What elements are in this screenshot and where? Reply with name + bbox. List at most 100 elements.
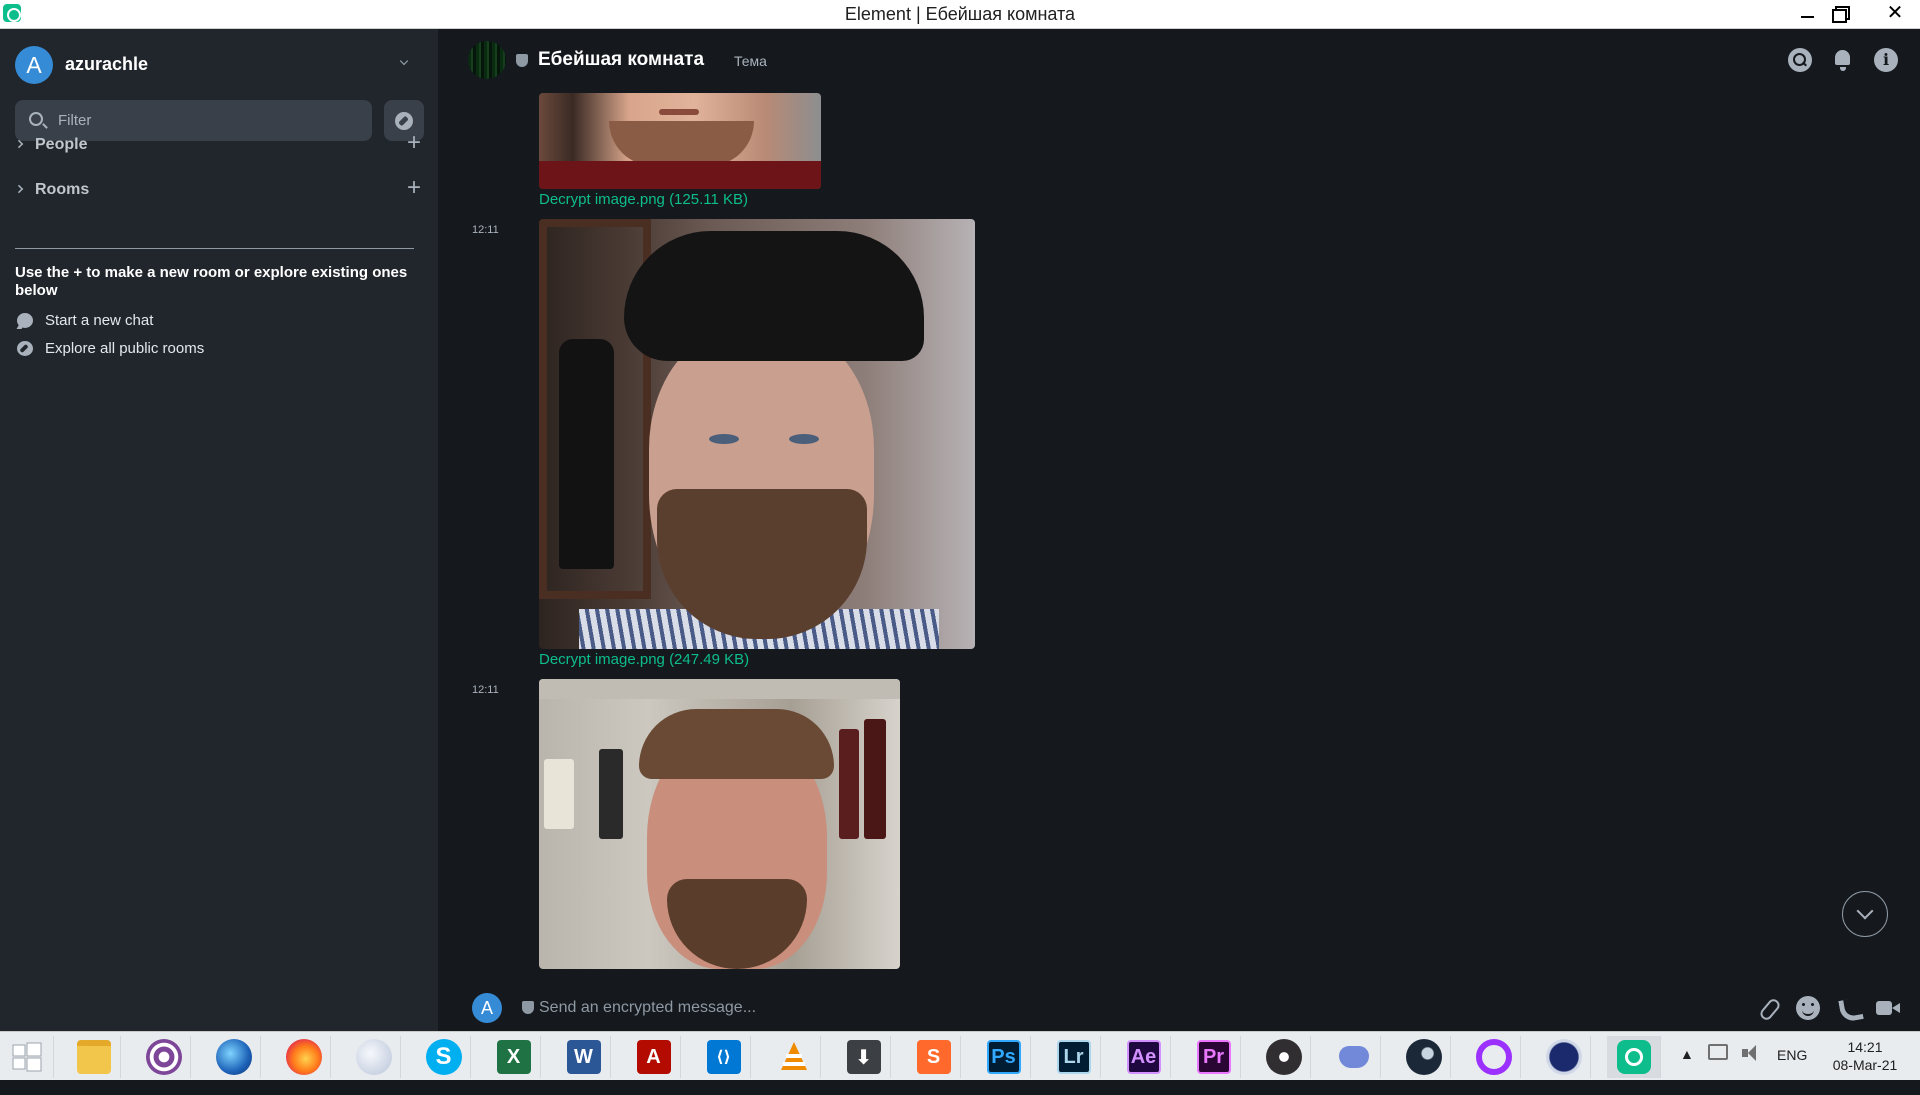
folder-icon bbox=[76, 1040, 111, 1074]
obs-button[interactable] bbox=[1257, 1036, 1311, 1078]
add-people-button[interactable]: + bbox=[407, 131, 421, 155]
after-effects-icon: Ae bbox=[1126, 1040, 1161, 1074]
restore-button[interactable] bbox=[1823, 0, 1857, 26]
start-button[interactable] bbox=[0, 1036, 54, 1078]
excel-button[interactable]: X bbox=[487, 1036, 541, 1078]
window-titlebar: Element | Ебейшая комната ✕ bbox=[0, 0, 1920, 29]
vlc-button[interactable] bbox=[767, 1036, 821, 1078]
image-attachment[interactable] bbox=[539, 679, 900, 969]
steam-button[interactable] bbox=[1397, 1036, 1451, 1078]
download-icon: ⬇ bbox=[846, 1040, 881, 1074]
filter-placeholder: Filter bbox=[58, 112, 92, 129]
room-info-icon[interactable]: i bbox=[1874, 48, 1898, 72]
user-menu-button[interactable]: A azurachle bbox=[15, 46, 415, 84]
acrobat-button[interactable]: A bbox=[627, 1036, 681, 1078]
word-button[interactable]: W bbox=[557, 1036, 611, 1078]
close-button[interactable]: ✕ bbox=[1870, 0, 1920, 26]
lightroom-icon: Lr bbox=[1056, 1040, 1091, 1074]
discord-icon bbox=[1337, 1040, 1371, 1074]
room-topic[interactable]: Тема bbox=[734, 53, 767, 69]
section-rooms-label: Rooms bbox=[35, 181, 90, 198]
vscode-icon: ⟨⟩ bbox=[706, 1040, 741, 1074]
decrypt-image-link[interactable]: Decrypt image.png (247.49 KB) bbox=[539, 651, 749, 668]
image-attachment[interactable] bbox=[539, 93, 821, 189]
video-call-icon[interactable] bbox=[1876, 996, 1900, 1020]
volume-icon[interactable] bbox=[1742, 1044, 1760, 1062]
message-timestamp: 12:11 bbox=[472, 224, 499, 236]
sidebar-help-text: Use the + to make a new room or explore … bbox=[15, 264, 408, 299]
add-room-button[interactable]: + bbox=[407, 176, 421, 200]
obs-icon bbox=[1265, 1039, 1302, 1075]
network-icon[interactable] bbox=[1708, 1044, 1728, 1060]
moon-app-button[interactable] bbox=[347, 1036, 401, 1078]
start-new-chat-label: Start a new chat bbox=[45, 312, 154, 329]
shield-icon bbox=[522, 1001, 534, 1014]
chevron-down-icon bbox=[399, 56, 409, 66]
element-taskbar-button[interactable] bbox=[1607, 1036, 1661, 1078]
emoji-icon[interactable] bbox=[1796, 996, 1820, 1020]
minimize-button[interactable] bbox=[1790, 0, 1824, 26]
waterfox-browser-button[interactable] bbox=[207, 1036, 261, 1078]
voice-call-icon[interactable] bbox=[1836, 996, 1860, 1020]
attachment-icon[interactable] bbox=[1756, 996, 1780, 1020]
photoshop-icon: Ps bbox=[986, 1040, 1021, 1074]
steam-icon bbox=[1405, 1039, 1442, 1075]
user-avatar: A bbox=[15, 46, 53, 84]
premiere-icon: Pr bbox=[1196, 1040, 1231, 1074]
search-icon bbox=[29, 112, 43, 126]
tor-browser-button[interactable] bbox=[137, 1036, 191, 1078]
window-title: Element | Ебейшая комната bbox=[844, 4, 1076, 24]
image-attachment[interactable] bbox=[539, 219, 975, 649]
premiere-button[interactable]: Pr bbox=[1187, 1036, 1241, 1078]
chat-bubble-icon bbox=[17, 313, 33, 328]
explore-public-rooms-link[interactable]: Explore all public rooms bbox=[15, 338, 415, 360]
start-new-chat-link[interactable]: Start a new chat bbox=[15, 310, 415, 332]
explore-public-rooms-label: Explore all public rooms bbox=[45, 340, 205, 357]
left-panel: A azurachle Filter People + Rooms + Use … bbox=[0, 29, 438, 1031]
skype-icon: S bbox=[425, 1039, 462, 1075]
username: azurachle bbox=[65, 54, 149, 74]
compass-icon bbox=[17, 341, 33, 356]
windows-taskbar: S X W A ⟨⟩ ⬇ S Ps Lr Ae Pr ▲ ENG 14:21 0… bbox=[0, 1031, 1920, 1080]
message-composer: A Send an encrypted message... bbox=[438, 993, 1920, 1031]
message-input[interactable]: Send an encrypted message... bbox=[539, 999, 756, 1017]
vlc-cone-icon bbox=[780, 1042, 807, 1070]
room-view: Ебейшая комната Тема i Decrypt image.png… bbox=[438, 29, 1920, 1031]
room-avatar[interactable] bbox=[468, 41, 506, 79]
lightroom-button[interactable]: Lr bbox=[1047, 1036, 1101, 1078]
message-timeline[interactable]: Decrypt image.png (125.11 KB) 12:11 Decr… bbox=[438, 93, 1920, 998]
lock-icon bbox=[1545, 1039, 1582, 1075]
firefox-icon bbox=[285, 1039, 322, 1075]
cortana-button[interactable] bbox=[1467, 1036, 1521, 1078]
language-indicator[interactable]: ENG bbox=[1777, 1047, 1807, 1095]
tray-expand-button[interactable]: ▲ bbox=[1680, 1046, 1694, 1094]
vscode-button[interactable]: ⟨⟩ bbox=[697, 1036, 751, 1078]
cortana-icon bbox=[1475, 1039, 1512, 1075]
search-icon[interactable] bbox=[1788, 48, 1812, 72]
sidebar-divider bbox=[15, 248, 414, 249]
section-rooms[interactable]: Rooms + bbox=[14, 176, 425, 204]
jump-to-bottom-button[interactable] bbox=[1842, 891, 1888, 937]
file-explorer-button[interactable] bbox=[67, 1036, 121, 1078]
room-name[interactable]: Ебейшая комната bbox=[538, 49, 704, 71]
message-timestamp: 12:11 bbox=[472, 684, 499, 696]
download-manager-button[interactable]: ⬇ bbox=[837, 1036, 891, 1078]
word-icon: W bbox=[566, 1040, 601, 1074]
section-people[interactable]: People + bbox=[14, 131, 425, 159]
chevron-right-icon bbox=[14, 139, 24, 149]
vpn-button[interactable] bbox=[1537, 1036, 1591, 1078]
discord-button[interactable] bbox=[1327, 1036, 1381, 1078]
photoshop-button[interactable]: Ps bbox=[977, 1036, 1031, 1078]
firefox-button[interactable] bbox=[277, 1036, 331, 1078]
element-icon bbox=[1616, 1040, 1651, 1074]
notifications-bell-icon[interactable] bbox=[1831, 48, 1855, 72]
tor-icon bbox=[145, 1039, 182, 1075]
taskbar-clock[interactable]: 14:21 08-Mar-21 bbox=[1820, 1038, 1910, 1074]
sublime-button[interactable]: S bbox=[907, 1036, 961, 1078]
room-header: Ебейшая комната Тема i bbox=[438, 29, 1920, 93]
after-effects-button[interactable]: Ae bbox=[1117, 1036, 1171, 1078]
section-people-label: People bbox=[35, 136, 88, 153]
decrypt-image-link[interactable]: Decrypt image.png (125.11 KB) bbox=[539, 191, 748, 208]
skype-button[interactable]: S bbox=[417, 1036, 471, 1078]
clock-time: 14:21 bbox=[1847, 1039, 1883, 1055]
